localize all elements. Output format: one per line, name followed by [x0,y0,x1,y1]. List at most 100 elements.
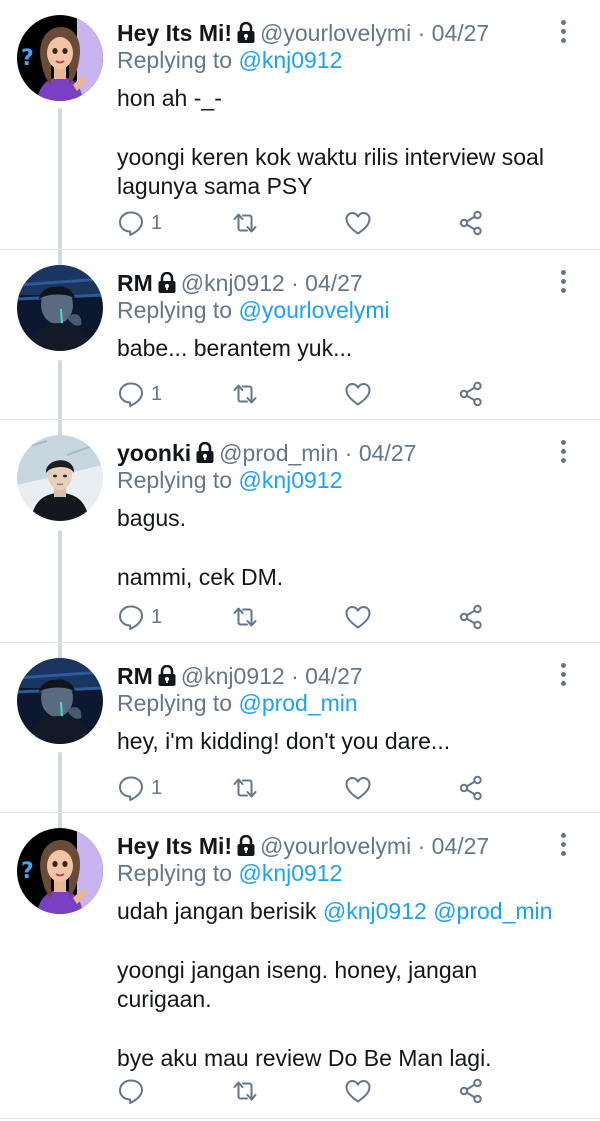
share-icon [457,603,485,631]
lock-icon [157,272,177,294]
user-handle[interactable]: @yourlovelymi [260,20,411,46]
display-name[interactable]: Hey Its Mi! [117,20,232,46]
reply-mention-link[interactable]: @yourlovelymi [238,297,389,323]
reply-button[interactable]: 1 [117,771,162,805]
tweet-actions: 1 [117,600,487,634]
share-button[interactable] [457,600,485,634]
tweet-actions: 1 [117,771,487,805]
replying-to: Replying to @knj0912 [117,466,342,494]
like-button[interactable] [344,771,372,805]
more-vertical-icon[interactable] [558,270,568,296]
lock-icon [236,22,256,44]
tweet-paragraph: bagus. [117,505,187,531]
tweet-paragraph: hon ah -_- [117,85,222,111]
heart-icon [344,1077,372,1105]
retweet-icon [231,380,259,408]
retweet-button[interactable] [231,1074,259,1108]
like-button[interactable] [344,206,372,240]
heart-icon [344,209,372,237]
display-name[interactable]: yoonki [117,440,191,466]
reply-count: 1 [151,211,163,234]
share-button[interactable] [457,771,485,805]
reply-mention-link[interactable]: @knj0912 [238,860,342,886]
tweet[interactable]: Hey Its Mi! @yourlovelymi · 04/27 Replyin… [0,813,600,1113]
display-name[interactable]: RM [117,270,153,296]
tweet-divider [0,1118,600,1119]
lock-icon [157,665,177,687]
separator-dot: · [291,270,299,296]
tweet-actions: 1 [117,377,487,411]
reply-button[interactable]: 1 [117,600,162,634]
replying-to-label: Replying to [117,690,233,716]
reply-mention-link[interactable]: @knj0912 [238,47,342,73]
mention-link[interactable]: @knj0912 [323,898,427,924]
reply-icon [117,603,145,631]
separator-dot: · [417,833,426,859]
reply-button[interactable] [117,1074,151,1108]
like-button[interactable] [344,377,372,411]
reply-icon [117,774,145,802]
tweet-paragraph: hey, i'm kidding! don't you dare... [117,728,451,754]
retweet-button[interactable] [231,771,259,805]
reply-icon [117,1077,145,1105]
like-button[interactable] [344,600,372,634]
reply-icon [117,380,145,408]
avatar[interactable] [17,265,103,351]
replying-to: Replying to @yourlovelymi [117,296,390,324]
tweet[interactable]: RM @knj0912 · 04/27 Replying to @prod_min… [0,643,600,812]
tweet-date: 04/27 [305,663,363,689]
more-vertical-icon[interactable] [558,20,568,46]
tweet-date: 04/27 [358,440,417,466]
tweet-actions: 1 [117,206,487,240]
user-handle[interactable]: @knj0912 [181,270,285,296]
retweet-icon [231,209,259,237]
lock-icon [195,442,215,464]
tweet-paragraph-text: udah jangan berisik [117,898,317,924]
avatar[interactable] [17,658,103,744]
tweet-date: 04/27 [431,833,490,859]
avatar[interactable] [17,828,103,914]
user-handle[interactable]: @knj0912 [181,663,285,689]
share-icon [457,209,485,237]
share-button[interactable] [457,206,485,240]
retweet-button[interactable] [231,600,259,634]
display-name[interactable]: RM [117,663,153,689]
more-vertical-icon[interactable] [558,663,568,689]
reply-mention-link[interactable]: @prod_min [238,690,357,716]
tweet-paragraph: yoongi jangan iseng. honey, jangan curig… [117,957,478,1012]
reply-button[interactable]: 1 [117,206,162,240]
like-button[interactable] [344,1074,372,1108]
user-handle[interactable]: @prod_min [219,440,338,466]
mention-link[interactable]: @prod_min [433,898,552,924]
more-vertical-icon[interactable] [558,440,568,466]
tweet[interactable]: Hey Its Mi! @yourlovelymi · 04/27 Replyin… [0,0,600,249]
replying-to: Replying to @knj0912 [117,859,342,887]
reply-mention-link[interactable]: @knj0912 [238,467,342,493]
tweet-paragraph: babe... berantem yuk... [117,335,353,361]
reply-button[interactable]: 1 [117,377,162,411]
tweet[interactable]: yoonki @prod_min · 04/27 Replying to @knj… [0,420,600,642]
tweet-paragraph: udah jangan berisik @knj0912 @prod_min [117,897,552,926]
tweet[interactable]: RM @knj0912 · 04/27 Replying to @yourlove… [0,250,600,419]
more-vertical-icon[interactable] [558,833,568,859]
tweet-header: Hey Its Mi! @yourlovelymi · 04/27 [117,19,489,47]
avatar[interactable] [17,435,103,521]
replying-to-label: Replying to [117,297,233,323]
share-button[interactable] [457,1074,485,1108]
reply-count: 1 [151,776,163,799]
tweet-header: RM @knj0912 · 04/27 [117,662,363,690]
replying-to: Replying to @knj0912 [117,46,342,74]
avatar[interactable] [17,15,103,101]
display-name[interactable]: Hey Its Mi! [117,833,232,859]
retweet-button[interactable] [231,377,259,411]
retweet-button[interactable] [231,206,259,240]
heart-icon [344,603,372,631]
user-handle[interactable]: @yourlovelymi [260,833,411,859]
share-button[interactable] [457,377,485,411]
separator-dot: · [344,440,353,466]
lock-icon [236,835,256,857]
tweet-text: hon ah -_- yoongi keren kok waktu rilis … [117,84,560,201]
retweet-icon [231,603,259,631]
reply-count: 1 [151,382,163,405]
share-icon [457,380,485,408]
